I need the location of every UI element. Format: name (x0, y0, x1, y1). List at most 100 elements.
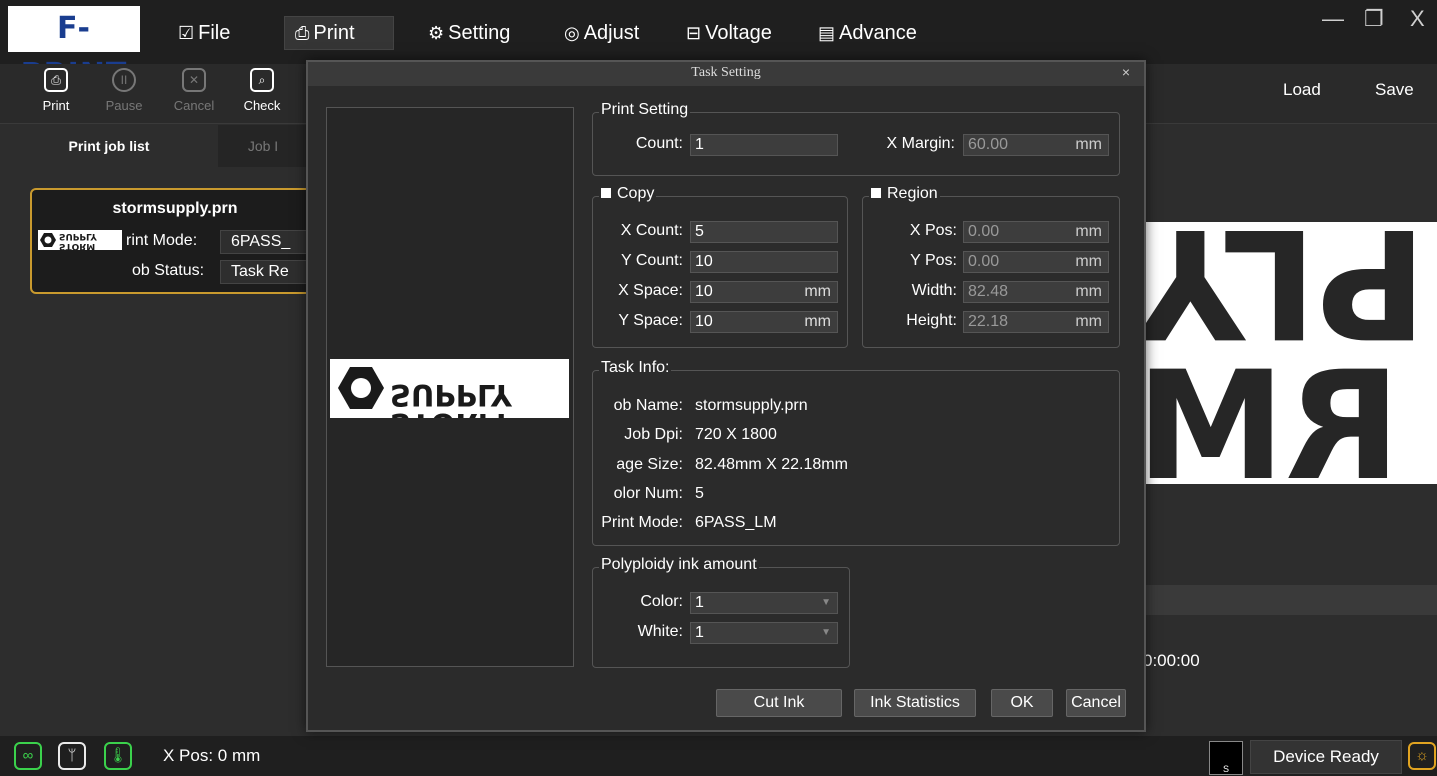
load-button[interactable]: Load (1283, 80, 1321, 100)
y-space-input[interactable]: 10 mm (690, 311, 838, 333)
cancel-tool-button[interactable]: ✕ Cancel (168, 64, 220, 124)
job-card[interactable]: stormsupply.prn SUPPLY STORM rint Mode: … (30, 188, 320, 294)
region-checkbox[interactable] (871, 187, 881, 198)
link-icon[interactable]: ∞ (14, 742, 42, 770)
save-button[interactable]: Save (1375, 80, 1414, 100)
job-preview-panel: SUPPLY STORM (326, 107, 574, 667)
job-preview-image: SUPPLY STORM (330, 359, 569, 441)
x-space-input[interactable]: 10 mm (690, 281, 838, 303)
x-margin-input[interactable]: 60.00 mm (963, 134, 1109, 156)
x-count-label: X Count: (620, 222, 683, 239)
y-pos-label: Y Pos: (910, 252, 957, 269)
height-input[interactable]: 22.18 mm (963, 311, 1109, 333)
white-select[interactable]: 1 ▼ (690, 622, 838, 644)
menu-setting[interactable]: ⚙ Setting (418, 14, 520, 52)
cancel-tool-label: Cancel (173, 98, 215, 113)
region-title-label: Region (887, 185, 938, 202)
check-tool-label: Check (243, 98, 281, 113)
y-pos-value: 0.00 (968, 253, 1000, 270)
app-logo: F-PRINT (8, 6, 140, 92)
menu-voltage-label: Voltage (705, 22, 772, 44)
svg-text:STORM: STORM (59, 241, 95, 250)
color-num-label: olor Num: (613, 485, 683, 502)
tab-job-info[interactable]: Job I (218, 125, 308, 167)
network-icon[interactable]: ᛘ (58, 742, 86, 770)
menu-print[interactable]: ⎙ Print (284, 16, 394, 50)
y-pos-unit: mm (1075, 253, 1102, 270)
x-pos-unit: mm (1075, 223, 1102, 240)
print-mode-info-value: 6PASS_LM (695, 514, 777, 531)
light-bulb-icon[interactable]: ☼ (1408, 742, 1436, 770)
width-input[interactable]: 82.48 mm (963, 281, 1109, 303)
count-label: Count: (635, 135, 683, 152)
menu-adjust[interactable]: ◎ Adjust (554, 14, 649, 52)
restore-button[interactable]: ❐ (1364, 6, 1384, 32)
left-panel: Print job list Job I stormsupply.prn SUP… (0, 125, 320, 735)
color-label: Color: (640, 593, 683, 610)
pause-icon: II (112, 68, 136, 92)
x-pos-label: X Pos: (909, 222, 957, 239)
menu-advance[interactable]: ▤ Advance (808, 14, 927, 52)
minimize-button[interactable]: — (1322, 6, 1344, 32)
ok-button[interactable]: OK (991, 689, 1053, 717)
preview-text-top: PLY (1146, 222, 1427, 369)
cancel-icon: ✕ (182, 68, 206, 92)
ink-amount-group: Polyploidy ink amount Color: 1 ▼ White: 1… (592, 556, 850, 668)
check-document-icon: ⌕ (250, 68, 274, 92)
width-value: 82.48 (968, 283, 1009, 300)
menu-file[interactable]: ☑ File (168, 14, 240, 52)
document-check-icon: ☑ (178, 23, 195, 43)
print-mode-label: rint Mode: (126, 232, 198, 249)
storm-supply-logo: SUPPLY STORM (338, 367, 513, 441)
job-dpi-label: Job Dpi: (624, 426, 683, 443)
x-pos-value: 0.00 (968, 223, 1000, 240)
logo-supply-text: SUPPLY (390, 378, 513, 412)
device-status: Device Ready (1250, 740, 1402, 774)
preview-text-bottom: RM (1146, 340, 1401, 484)
pause-tool-label: Pause (105, 98, 143, 113)
ink-statistics-button[interactable]: Ink Statistics (854, 689, 976, 717)
cut-ink-button[interactable]: Cut Ink (716, 689, 842, 717)
white-select-value: 1 (695, 624, 704, 641)
menu-print-label: Print (313, 22, 355, 44)
thermometer-icon[interactable]: 🌡 (104, 742, 132, 770)
x-margin-unit: mm (1075, 136, 1102, 153)
count-input[interactable]: 1 (690, 134, 838, 156)
image-size-label: age Size: (616, 456, 683, 473)
svg-text:SUPPLY: SUPPLY (59, 231, 97, 241)
dialog-title: Task Setting (308, 62, 1144, 86)
x-margin-label: X Margin: (886, 135, 955, 152)
color-select[interactable]: 1 ▼ (690, 592, 838, 614)
chevron-down-icon: ▼ (821, 627, 831, 638)
chevron-down-icon: ▼ (821, 597, 831, 608)
print-tool-button[interactable]: ⎙ Print (30, 64, 82, 124)
white-label: White: (637, 623, 683, 640)
pause-tool-button[interactable]: II Pause (98, 64, 150, 124)
x-count-input[interactable]: 5 (690, 221, 838, 243)
tab-print-job-list[interactable]: Print job list (0, 125, 218, 167)
ink-level-label: S (1222, 764, 1229, 774)
job-name-value: stormsupply.prn (695, 397, 808, 414)
copy-title-label: Copy (617, 185, 655, 202)
y-count-input[interactable]: 10 (690, 251, 838, 273)
print-mode-value: 6PASS_ (220, 230, 320, 254)
gear-icon: ⚙ (428, 23, 445, 43)
height-unit: mm (1075, 313, 1102, 330)
copy-checkbox[interactable] (601, 187, 611, 198)
elapsed-time: 0:00:00 (1143, 651, 1200, 670)
y-pos-input[interactable]: 0.00 mm (963, 251, 1109, 273)
close-button[interactable]: X (1410, 6, 1425, 32)
check-tool-button[interactable]: ⌕ Check (236, 64, 288, 124)
progress-band (1146, 585, 1437, 615)
menu-advance-label: Advance (839, 22, 917, 44)
menu-adjust-label: Adjust (583, 22, 640, 44)
x-space-unit: mm (804, 283, 831, 300)
y-space-label: Y Space: (618, 312, 683, 329)
dialog-close-icon[interactable]: × (1122, 62, 1130, 82)
menu-voltage[interactable]: ⊟ Voltage (676, 14, 782, 52)
task-info-title: Task Info: (599, 359, 672, 377)
y-space-value: 10 (695, 313, 713, 330)
cancel-button[interactable]: Cancel (1066, 689, 1126, 717)
x-pos-input[interactable]: 0.00 mm (963, 221, 1109, 243)
xpos-readout: X Pos: 0 mm (163, 746, 261, 765)
